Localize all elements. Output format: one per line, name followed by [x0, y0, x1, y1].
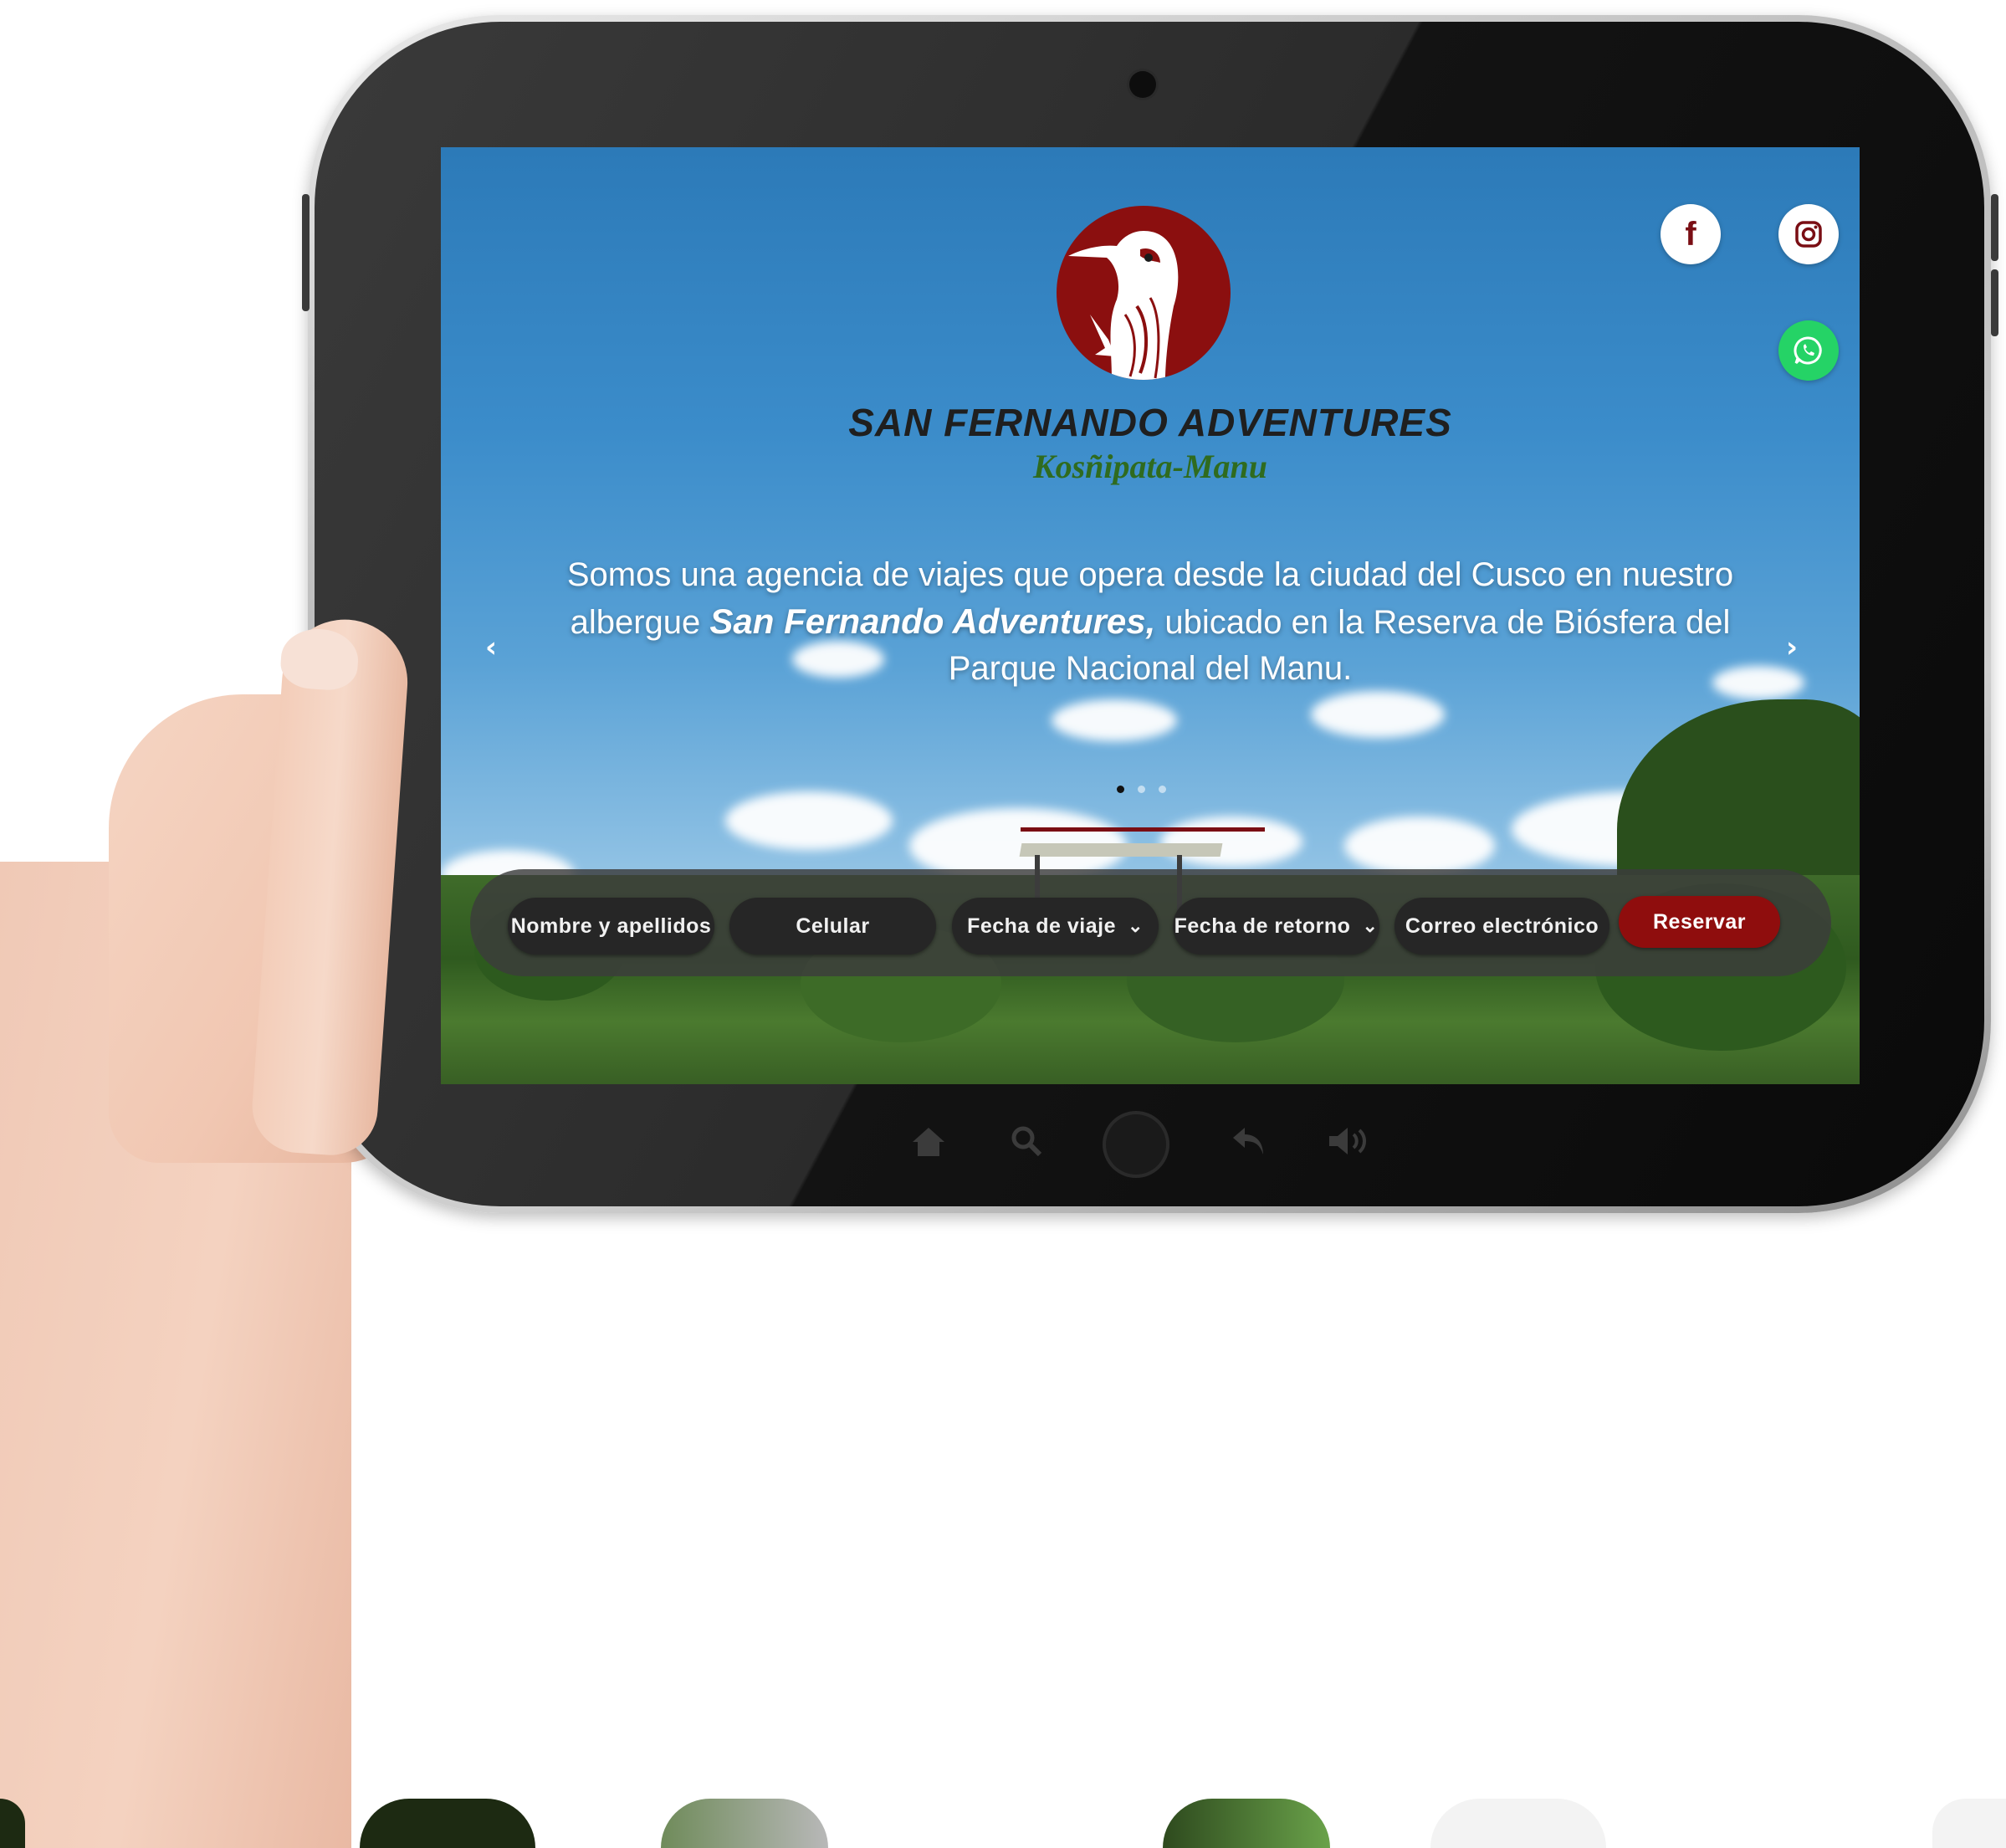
facebook-button[interactable]: f [1661, 204, 1721, 264]
back-icon [1233, 1128, 1263, 1154]
bottom-gallery-strip [0, 1799, 2006, 1848]
home-icon [913, 1128, 944, 1156]
gallery-tile[interactable] [360, 1799, 535, 1848]
return-date-label: Fecha de retorno [1174, 914, 1351, 938]
carousel-dot[interactable] [1138, 786, 1145, 793]
tablet-side-button-right-bottom [1991, 269, 1998, 336]
instagram-icon [1795, 221, 1822, 248]
hero-intro-text: Somos una agencia de viajes que opera de… [541, 552, 1759, 692]
title-divider [1021, 827, 1265, 832]
cloud [1344, 816, 1495, 875]
chevron-down-icon: ⌄ [1362, 915, 1379, 936]
hardware-home-button [1103, 1111, 1169, 1178]
website-hero-screen: SAN FERNANDO ADVENTURES Kosñipata-Manu S… [441, 147, 1860, 1084]
search-icon [1011, 1126, 1042, 1157]
volume-icon [1329, 1128, 1366, 1154]
travel-date-select[interactable]: Fecha de viaje ⌄ [952, 898, 1159, 955]
carousel-prev-arrow-icon[interactable]: ‹ [485, 631, 497, 664]
gallery-tile[interactable] [661, 1799, 828, 1848]
tablet-side-button-right-top [1991, 194, 1998, 261]
email-field[interactable]: Correo electrónico [1394, 898, 1609, 955]
return-date-select[interactable]: Fecha de retorno ⌄ [1173, 898, 1379, 955]
chevron-down-icon: ⌄ [1128, 915, 1144, 936]
cloud [1311, 691, 1445, 738]
intro-text-highlight: San Fernando Adventures, [709, 601, 1156, 641]
front-camera-icon [1129, 71, 1156, 98]
gallery-tile[interactable] [1430, 1799, 1606, 1848]
whatsapp-icon [1794, 336, 1822, 365]
phone-field-label: Celular [796, 914, 870, 938]
carousel-dot[interactable] [1117, 786, 1124, 793]
travel-date-label: Fecha de viaje [967, 914, 1116, 938]
gallery-tile[interactable] [1932, 1799, 2006, 1848]
cloud [1052, 699, 1177, 741]
brand-location: Kosñipata-Manu [1032, 448, 1268, 485]
whatsapp-button[interactable] [1778, 320, 1839, 381]
phone-field[interactable]: Celular [729, 898, 936, 955]
name-field[interactable]: Nombre y apellidos [508, 898, 714, 955]
carousel-next-arrow-icon[interactable]: › [1786, 631, 1798, 664]
gallery-tile[interactable] [1163, 1799, 1330, 1848]
reservar-button-label: Reservar [1652, 909, 1747, 934]
gallery-tile[interactable] [0, 1799, 25, 1848]
booking-form-bar: Nombre y apellidos Celular Fecha de viaj… [470, 869, 1831, 976]
toucan-bird-icon [1068, 231, 1179, 380]
email-field-label: Correo electrónico [1405, 914, 1599, 938]
reservar-button[interactable]: Reservar [1619, 896, 1780, 948]
brand-name: SAN FERNANDO ADVENTURES [848, 401, 1452, 444]
brand-logo[interactable] [1057, 206, 1231, 380]
facebook-icon: f [1685, 215, 1696, 253]
viewpoint-shelter-roof [1019, 843, 1223, 857]
cloud [725, 791, 893, 850]
tablet-side-button-left [302, 194, 310, 311]
carousel-indicators [1117, 786, 1166, 793]
name-field-label: Nombre y apellidos [510, 914, 712, 938]
instagram-button[interactable] [1778, 204, 1839, 264]
carousel-dot[interactable] [1159, 786, 1166, 793]
